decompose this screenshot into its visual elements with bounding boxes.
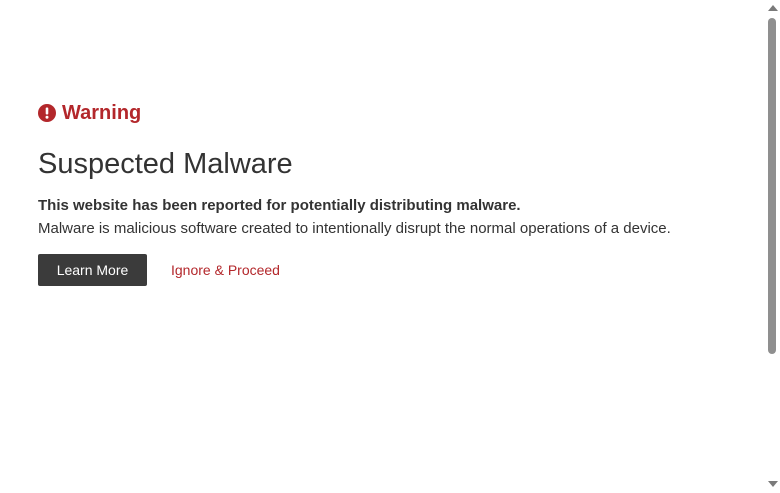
- scrollbar-thumb[interactable]: [768, 18, 776, 354]
- learn-more-button[interactable]: Learn More: [38, 254, 147, 286]
- action-row: Learn More Ignore & Proceed: [38, 254, 748, 286]
- scroll-up-arrow-icon[interactable]: [768, 5, 778, 11]
- warning-header: Warning: [38, 100, 748, 126]
- malware-warning-page: Warning Suspected Malware This website h…: [0, 0, 780, 493]
- page-title: Suspected Malware: [38, 148, 293, 180]
- vertical-scrollbar[interactable]: [765, 0, 780, 493]
- warning-description: Malware is malicious software created to…: [38, 220, 671, 237]
- warning-lead-text: This website has been reported for poten…: [38, 197, 521, 214]
- scroll-down-arrow-icon[interactable]: [768, 481, 778, 487]
- ignore-proceed-link[interactable]: Ignore & Proceed: [171, 262, 280, 278]
- warning-content: Warning Suspected Malware This website h…: [38, 100, 748, 286]
- exclamation-circle-icon: [38, 104, 56, 122]
- warning-label: Warning: [62, 102, 142, 124]
